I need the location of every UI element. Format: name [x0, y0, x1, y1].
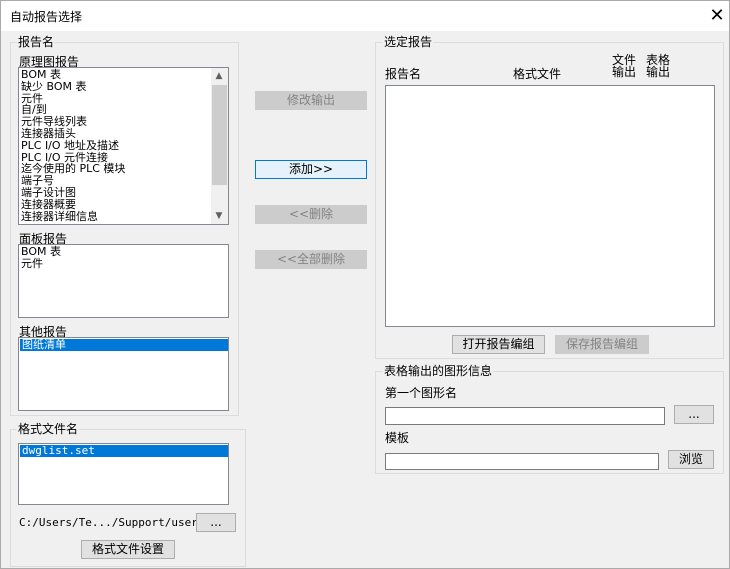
save-report-group-button[interactable]: 保存报告编组 — [555, 335, 649, 354]
title-bar: 自动报告选择 ✕ — [1, 1, 729, 31]
scroll-up-icon[interactable]: ▲ — [211, 68, 227, 84]
list-item[interactable]: 连接器概要 — [21, 198, 76, 211]
scroll-down-icon[interactable]: ▼ — [211, 208, 227, 224]
list-item-selected[interactable]: 图纸清单 — [20, 339, 228, 351]
list-item[interactable]: 元件 — [21, 258, 43, 270]
column-format-file: 格式文件 — [513, 67, 562, 81]
modify-output-button[interactable]: 修改输出 — [255, 91, 367, 110]
format-file-browse-button[interactable]: ... — [196, 513, 236, 532]
template-browse-button[interactable]: 浏览 — [668, 450, 714, 469]
schematic-scrollbar[interactable]: ▲ ▼ — [211, 68, 228, 224]
dialog-window: 自动报告选择 ✕ 报告名 原理图报告 BOM 表缺少 BOM 表元件 自/到 元件导… — [0, 0, 730, 569]
close-icon[interactable]: ✕ — [705, 4, 729, 28]
column-report-name: 报告名 — [385, 67, 422, 81]
list-item[interactable]: 连接器详细信息 — [21, 210, 98, 223]
column-table-output-line2: 输出 — [646, 65, 671, 79]
open-report-group-button[interactable]: 打开报告编组 — [452, 335, 545, 354]
table-output-info-group-label: 表格输出的图形信息 — [383, 364, 494, 378]
format-file-listbox[interactable]: dwglist.set — [18, 443, 229, 505]
selected-reports-list[interactable] — [385, 85, 715, 327]
add-button[interactable]: 添加>> — [255, 160, 367, 179]
first-graphic-browse-button[interactable]: ... — [674, 405, 714, 424]
panel-reports-listbox[interactable]: BOM 表元件 — [18, 244, 229, 318]
other-report-drawing-list: 图纸清单 — [22, 338, 66, 351]
column-file-output-line2: 输出 — [612, 65, 637, 79]
list-item[interactable]: 缺少 BOM 表 — [21, 80, 87, 93]
schematic-reports-listbox[interactable]: BOM 表缺少 BOM 表元件 自/到 元件导线列表 连接器插头 PLC I/O 地址及… — [18, 67, 229, 225]
first-graphic-name-input[interactable] — [385, 407, 665, 425]
window-title: 自动报告选择 — [10, 10, 83, 24]
remove-all-button[interactable]: <<全部删除 — [255, 250, 367, 269]
list-item-selected[interactable]: dwglist.set — [20, 445, 228, 457]
selected-reports-group-label: 选定报告 — [383, 35, 434, 49]
format-file-settings-button[interactable]: 格式文件设置 — [81, 540, 175, 559]
first-graphic-name-label: 第一个图形名 — [385, 386, 458, 400]
format-file-group-label: 格式文件名 — [17, 422, 80, 436]
scrollbar-thumb[interactable] — [212, 85, 227, 185]
format-file-selected: dwglist.set — [22, 444, 95, 457]
template-input[interactable] — [385, 453, 659, 470]
template-label: 模板 — [385, 431, 410, 445]
format-file-path: C:/Users/Te.../Support/user/ — [19, 516, 205, 529]
list-item[interactable]: PLC I/O 地址及描述 — [21, 139, 119, 152]
remove-button[interactable]: <<删除 — [255, 205, 367, 224]
report-names-group-label: 报告名 — [17, 35, 56, 49]
other-reports-listbox[interactable]: 图纸清单 — [18, 337, 229, 411]
